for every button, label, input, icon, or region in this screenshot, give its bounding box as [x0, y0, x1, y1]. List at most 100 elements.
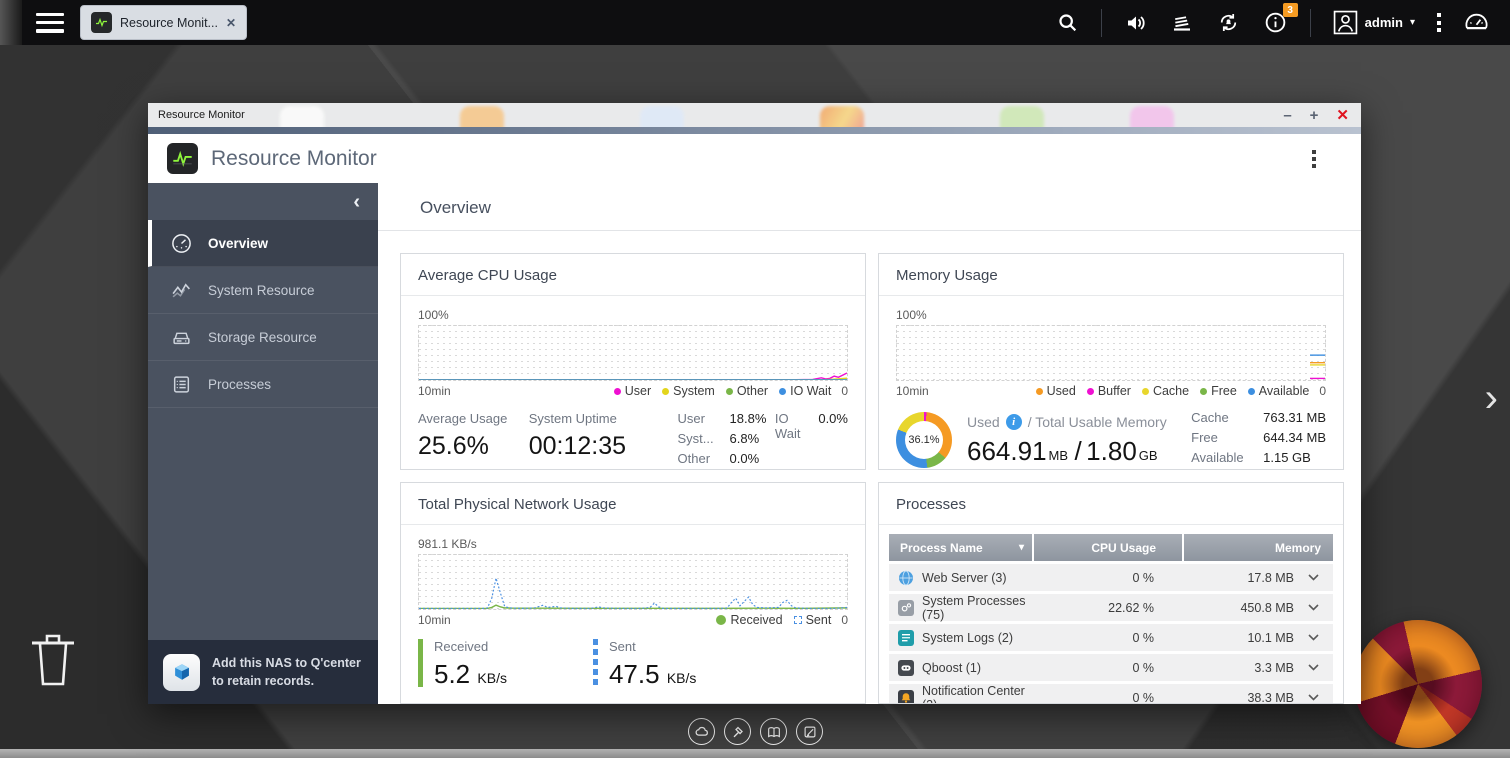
recycle-bin-icon[interactable] — [28, 630, 78, 693]
cloud-services-icon[interactable] — [688, 718, 715, 745]
desktop: Resource Monit... ✕ 3 a — [0, 0, 1510, 758]
more-options-icon[interactable] — [1437, 13, 1441, 32]
blurred-desktop-icon — [640, 106, 684, 127]
tab-label: Resource Monit... — [120, 16, 218, 30]
user-menu[interactable]: admin ▾ — [1333, 10, 1415, 35]
app-menu-icon[interactable] — [1312, 150, 1316, 168]
memory-chart-xlabel: 10min — [896, 384, 929, 398]
resource-monitor-window: Resource Monitor – + ✕ Resource Monitor … — [148, 103, 1361, 704]
notification-badge: 3 — [1283, 3, 1298, 17]
sidebar-item-system-resource[interactable]: System Resource — [148, 267, 378, 314]
sort-caret-icon[interactable]: ▾ — [1019, 542, 1024, 553]
process-list-icon — [171, 374, 192, 395]
page-title: Overview — [420, 198, 491, 217]
app-header: Resource Monitor — [148, 134, 1361, 183]
resource-monitor-app-icon — [167, 143, 198, 174]
network-chart-ymax: 981.1 KB/s — [418, 537, 848, 551]
sidebar-item-label: Storage Resource — [208, 330, 317, 345]
background-tasks-icon[interactable] — [1170, 11, 1194, 35]
taskbar-tab-resource-monitor[interactable]: Resource Monit... ✕ — [80, 5, 247, 40]
desktop-dock — [688, 718, 823, 745]
sync-notification-icon[interactable] — [1216, 10, 1241, 35]
minimize-button[interactable]: – — [1283, 108, 1291, 123]
legend-dot-other — [726, 388, 733, 395]
cpu-detail-list-2: IO Wait0.0% — [775, 411, 848, 470]
memory-used-percent: 36.1% — [908, 434, 939, 446]
cpu-usage-card: Average CPU Usage 100% 10min User System — [400, 253, 866, 470]
sidebar-item-label: Processes — [208, 377, 271, 392]
sidebar: ‹ Overview System Resource Storage Resou… — [148, 183, 378, 704]
expand-chevron-icon[interactable] — [1294, 634, 1333, 641]
memory-used-label: Used — [967, 414, 1000, 430]
taskbar-divider — [1310, 9, 1311, 37]
notes-icon[interactable] — [796, 718, 823, 745]
system-processes-icon — [898, 600, 914, 616]
user-caret-icon: ▾ — [1410, 17, 1415, 28]
network-legend: Received Sent — [716, 613, 831, 627]
memory-donut-chart: 36.1% — [896, 412, 952, 468]
network-usage-card: Total Physical Network Usage 981.1 KB/s … — [400, 482, 866, 704]
sent-bar — [593, 639, 598, 687]
next-desktop-arrow[interactable]: › — [1485, 378, 1498, 418]
main-menu-icon[interactable] — [36, 13, 64, 33]
legend-dot-buffer — [1087, 388, 1094, 395]
processes-table-header: Process Name ▾ CPU Usage Memory — [889, 534, 1333, 561]
manual-icon[interactable] — [760, 718, 787, 745]
cpu-detail-list: User18.8% Syst...6.8% Other0.0% — [678, 411, 775, 470]
card-title: Total Physical Network Usage — [401, 483, 865, 525]
legend-square-sent — [794, 616, 802, 624]
qcenter-note-line1: Add this NAS to Q'center — [212, 656, 361, 670]
card-title: Processes — [879, 483, 1343, 525]
legend-dot-user — [614, 388, 621, 395]
legend-dot-system — [662, 388, 669, 395]
sidebar-item-label: Overview — [208, 236, 268, 251]
legend-dot-used — [1036, 388, 1043, 395]
process-row-system-processes[interactable]: System Processes (75) 22.62 % 450.8 MB — [889, 594, 1333, 621]
blurred-desktop-icon — [280, 106, 324, 127]
cpu-chart-xend: 0 — [841, 384, 848, 398]
blurred-desktop-icon — [820, 106, 864, 127]
sidebar-collapse-button[interactable]: ‹ — [148, 183, 378, 220]
memory-total-label: / Total Usable Memory — [1028, 414, 1167, 430]
memory-chart — [896, 325, 1326, 381]
volume-icon[interactable] — [1124, 11, 1148, 35]
sent-stat: Sent 47.5 KB/s — [593, 639, 696, 690]
qcenter-banner[interactable]: Add this NAS to Q'center to retain recor… — [148, 640, 378, 704]
tab-close-icon[interactable]: ✕ — [226, 16, 236, 30]
username-label: admin — [1365, 15, 1403, 30]
expand-chevron-icon[interactable] — [1294, 694, 1333, 701]
window-titlebar[interactable]: Resource Monitor – + ✕ — [148, 103, 1361, 127]
sidebar-item-storage-resource[interactable]: Storage Resource — [148, 314, 378, 361]
legend-dot-free — [1200, 388, 1207, 395]
qboost-icon — [898, 660, 914, 676]
utilities-icon[interactable] — [724, 718, 751, 745]
expand-chevron-icon[interactable] — [1294, 574, 1333, 581]
maximize-button[interactable]: + — [1310, 108, 1319, 123]
top-taskbar: Resource Monit... ✕ 3 a — [0, 0, 1510, 45]
network-chart-xlabel: 10min — [418, 613, 451, 627]
web-server-icon — [898, 570, 914, 586]
process-row-web-server[interactable]: Web Server (3) 0 % 17.8 MB — [889, 564, 1333, 591]
network-chart-xend: 0 — [841, 613, 848, 627]
window-title: Resource Monitor — [158, 109, 245, 121]
process-row-system-logs[interactable]: System Logs (2) 0 % 10.1 MB — [889, 624, 1333, 651]
wallpaper-logo — [1354, 620, 1482, 748]
info-icon[interactable]: i — [1006, 414, 1022, 430]
close-button[interactable]: ✕ — [1336, 108, 1349, 123]
taskbar-left-ledge — [0, 0, 22, 45]
process-row-qboost[interactable]: Qboost (1) 0 % 3.3 MB — [889, 654, 1333, 681]
sidebar-item-overview[interactable]: Overview — [148, 220, 378, 267]
processes-card: Processes Process Name ▾ CPU Usage Memor… — [878, 482, 1344, 704]
card-title: Memory Usage — [879, 254, 1343, 296]
memory-usage-card: Memory Usage 100% 10min Used Buffer — [878, 253, 1344, 470]
expand-chevron-icon[interactable] — [1294, 664, 1333, 671]
dashboard-icon[interactable] — [1463, 9, 1490, 36]
sidebar-item-processes[interactable]: Processes — [148, 361, 378, 408]
notifications-icon[interactable]: 3 — [1263, 10, 1288, 35]
expand-chevron-icon[interactable] — [1294, 604, 1333, 611]
process-row-notification-center[interactable]: Notification Center (2) 0 % 38.3 MB — [889, 684, 1333, 704]
search-icon[interactable] — [1057, 12, 1079, 34]
blurred-desktop-icon — [1130, 106, 1174, 127]
memory-detail-list: Cache763.31 MB Free644.34 MB Available1.… — [1191, 410, 1326, 470]
taskbar-divider — [1101, 9, 1102, 37]
